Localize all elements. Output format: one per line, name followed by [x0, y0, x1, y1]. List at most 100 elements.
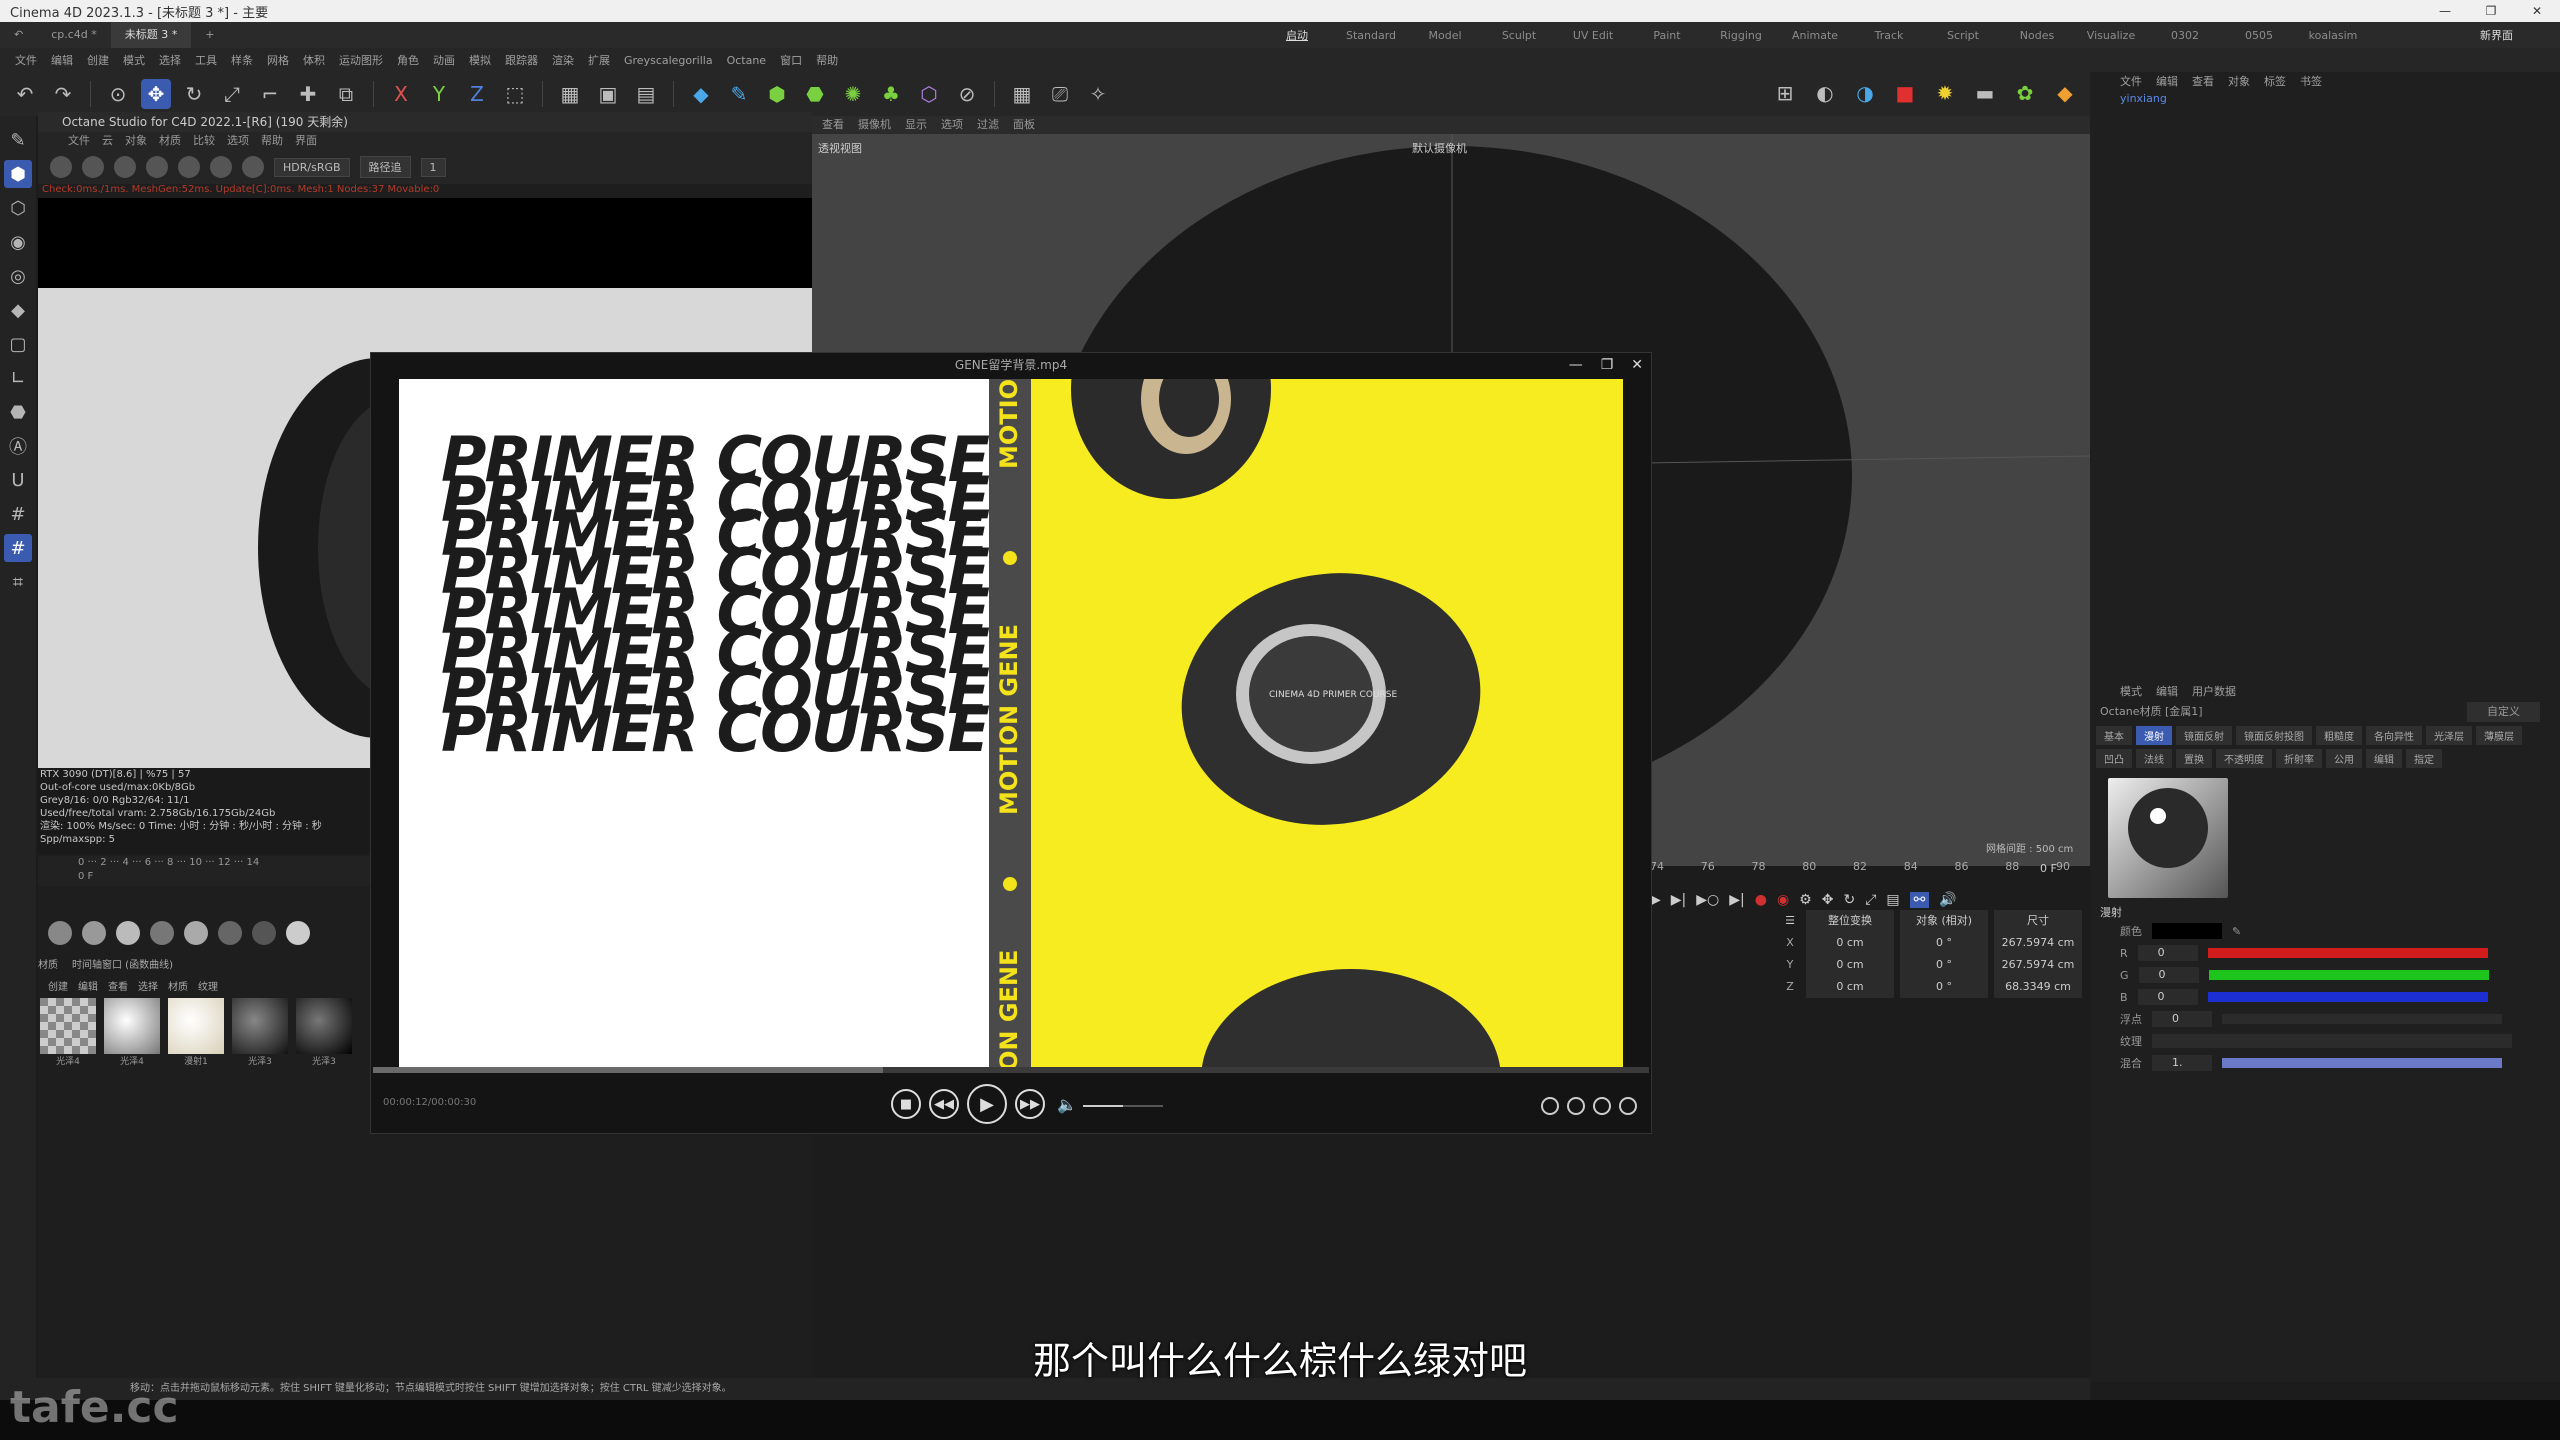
octane-material-icon[interactable]: ◑: [1850, 78, 1880, 108]
coord-header-item[interactable]: 尺寸: [1994, 910, 2082, 932]
rewind-icon[interactable]: ◀◀: [929, 1089, 959, 1119]
viewport-menu-item[interactable]: 摄像机: [858, 116, 891, 134]
rot-key-icon[interactable]: ↻: [1843, 892, 1855, 908]
attribute-tab[interactable]: 不透明度: [2216, 749, 2272, 768]
player-fullscreen-icon[interactable]: [1619, 1097, 1637, 1115]
x-axis-icon[interactable]: X: [386, 79, 416, 109]
grid-icon[interactable]: ▦: [1007, 79, 1037, 109]
eyedropper-icon[interactable]: ✎: [2232, 925, 2241, 938]
scale-key-icon[interactable]: ⤢: [1865, 892, 1876, 908]
maximize-icon[interactable]: ❐: [2468, 0, 2514, 22]
region-icon[interactable]: [146, 156, 168, 178]
object-item-yinxiang[interactable]: yinxiang: [2090, 92, 2560, 110]
timeline-mode-icon[interactable]: ⚯: [1909, 892, 1930, 908]
coord-position-field[interactable]: 0 cm: [1806, 932, 1894, 954]
layout-tab[interactable]: UV Edit: [1556, 29, 1630, 42]
sphere-icon[interactable]: [286, 921, 310, 945]
pause-icon[interactable]: [114, 156, 136, 178]
player-list-icon[interactable]: [1541, 1097, 1559, 1115]
move-tool-icon[interactable]: ✥: [141, 79, 171, 109]
menu-item[interactable]: 工具: [188, 52, 224, 68]
attribute-menu-item[interactable]: 编辑: [2156, 682, 2178, 702]
texture-slot[interactable]: [2152, 1034, 2512, 1048]
menu-item[interactable]: 动画: [426, 52, 462, 68]
volume-slider[interactable]: [1083, 1105, 1163, 1107]
pass-value-field[interactable]: 1: [420, 157, 446, 177]
spline-pen-icon[interactable]: ✎: [724, 79, 754, 109]
coord-rotation-field[interactable]: 0 °: [1900, 976, 1988, 998]
param-key-icon[interactable]: ▤: [1886, 892, 1899, 908]
attribute-menu-item[interactable]: 用户数据: [2192, 682, 2236, 702]
cloner-icon[interactable]: ⬣: [800, 79, 830, 109]
snap-icon[interactable]: ⧉: [331, 79, 361, 109]
layout-tab[interactable]: 启动: [1260, 27, 1334, 43]
record-icon[interactable]: ●: [1755, 892, 1767, 908]
attribute-tab[interactable]: 粗糙度: [2316, 726, 2362, 745]
octane-menu-item[interactable]: 界面: [295, 132, 317, 150]
sphere-icon[interactable]: [252, 921, 276, 945]
object-menu-item[interactable]: 查看: [2192, 72, 2214, 92]
model-mode-icon[interactable]: ⬢: [4, 160, 32, 188]
sphere-icon[interactable]: [116, 921, 140, 945]
attribute-tab[interactable]: 法线: [2136, 749, 2172, 768]
viewport-menu-item[interactable]: 查看: [822, 116, 844, 134]
layout-tab[interactable]: Animate: [1778, 29, 1852, 42]
material-menu-item[interactable]: 纹理: [198, 978, 218, 994]
y-axis-icon[interactable]: Y: [424, 79, 454, 109]
menu-item[interactable]: 网格: [260, 52, 296, 68]
close-icon[interactable]: ✕: [2514, 0, 2560, 22]
coord-rotation-field[interactable]: 0 °: [1900, 954, 1988, 976]
deformer-icon[interactable]: ✺: [838, 79, 868, 109]
channel-slider[interactable]: [2207, 948, 2488, 958]
minimize-icon[interactable]: —: [2422, 0, 2468, 22]
float-slider[interactable]: [2222, 1014, 2502, 1024]
menu-item[interactable]: 扩展: [581, 52, 617, 68]
layout-tab[interactable]: Paint: [1630, 29, 1704, 42]
layout-tab[interactable]: Sculpt: [1482, 29, 1556, 42]
viewport-menu-item[interactable]: 过滤: [977, 116, 999, 134]
video-frame[interactable]: PRIMER COURSE PRIMER COURSE PRIMER COURSE P…: [399, 379, 1623, 1069]
doc-tab-untitled[interactable]: 未标题 3 *: [110, 22, 192, 48]
material-item[interactable]: 光泽4: [102, 998, 162, 1078]
coord-position-field[interactable]: 0 cm: [1806, 976, 1894, 998]
layout-tab[interactable]: Visualize: [2074, 29, 2148, 42]
octane-scatter-icon[interactable]: ✿: [2010, 78, 2040, 108]
object-menu-item[interactable]: 书签: [2300, 72, 2322, 92]
menu-item[interactable]: Octane: [720, 54, 774, 67]
attribute-tab[interactable]: 指定: [2406, 749, 2442, 768]
menu-item[interactable]: 样条: [224, 52, 260, 68]
timeline-frame-field[interactable]: 0 F: [2040, 862, 2057, 875]
loop-icon[interactable]: ▶○: [1696, 892, 1719, 908]
octane-menu-item[interactable]: 帮助: [261, 132, 283, 150]
transform-tool-icon[interactable]: ✚: [293, 79, 323, 109]
coord-size-field[interactable]: 267.5974 cm: [1994, 954, 2082, 976]
layout-tab[interactable]: Script: [1926, 29, 2000, 42]
menu-item[interactable]: 编辑: [44, 52, 80, 68]
material-item[interactable]: 漫射1: [166, 998, 226, 1078]
octane-menu-item[interactable]: 材质: [159, 132, 181, 150]
coord-size-field[interactable]: 267.5974 cm: [1994, 932, 2082, 954]
volume-icon[interactable]: 🔈: [1057, 1095, 1077, 1114]
sphere-icon[interactable]: [184, 921, 208, 945]
attribute-tab[interactable]: 漫射: [2136, 726, 2172, 745]
octane-box-icon[interactable]: ◆: [2050, 78, 2080, 108]
color-mode-select[interactable]: HDR/sRGB: [274, 157, 350, 177]
layout-tab[interactable]: Nodes: [2000, 29, 2074, 42]
video-player-window[interactable]: GENE留学背景.mp4 — ❐ ✕ PRIMER COURSE PRIMER C…: [370, 352, 1652, 1134]
player-restore-icon[interactable]: ❐: [1601, 353, 1614, 377]
material-item[interactable]: 光泽3: [230, 998, 290, 1078]
sphere-icon[interactable]: [218, 921, 242, 945]
layout-tab[interactable]: Rigging: [1704, 29, 1778, 42]
viewport-menu-item[interactable]: 选项: [941, 116, 963, 134]
attribute-tab[interactable]: 各向异性: [2366, 726, 2422, 745]
octane-sun-icon[interactable]: ✹: [1930, 78, 1960, 108]
object-menu-item[interactable]: 文件: [2120, 72, 2142, 92]
material-menu-item[interactable]: 创建: [48, 978, 68, 994]
cube-icon[interactable]: ◆: [686, 79, 716, 109]
attribute-tab[interactable]: 薄膜层: [2476, 726, 2522, 745]
fast-forward-icon[interactable]: ▶▶: [1015, 1089, 1045, 1119]
redo-tool-icon[interactable]: ↷: [48, 79, 78, 109]
attribute-tab[interactable]: 折射率: [2276, 749, 2322, 768]
octane-menu-item[interactable]: 文件: [68, 132, 90, 150]
color-swatch[interactable]: [2152, 923, 2222, 939]
